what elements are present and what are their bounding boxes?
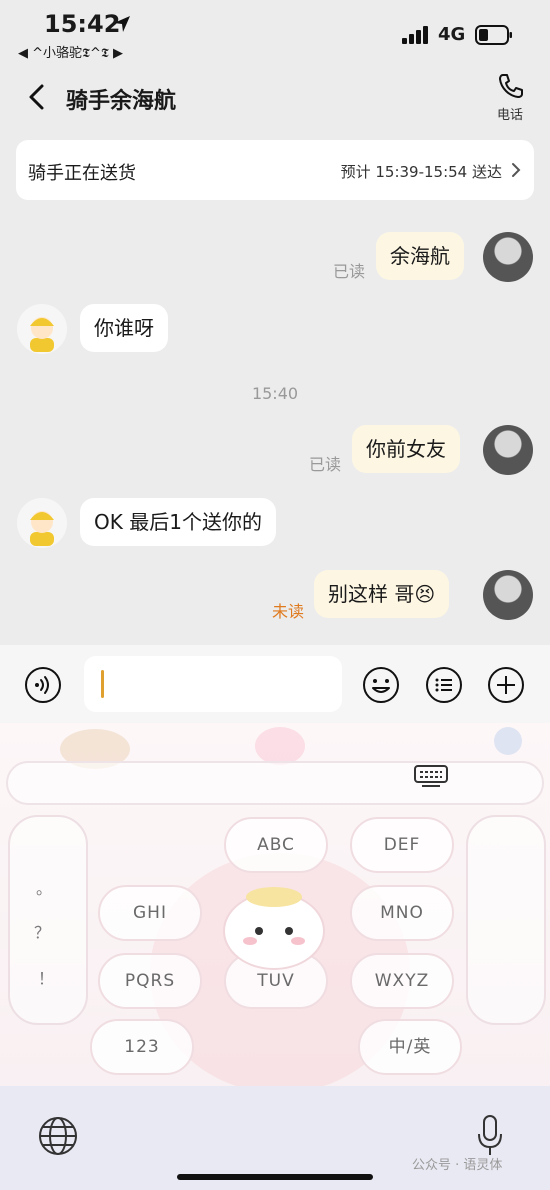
page-title: 骑手余海航 [66, 89, 177, 114]
message-bubble-sent[interactable]: 余海航 [376, 232, 464, 280]
chevron-right-icon [512, 163, 521, 177]
my-avatar[interactable] [483, 232, 533, 282]
read-receipt: 已读 [309, 455, 342, 474]
my-avatar[interactable] [483, 425, 533, 475]
plus-icon[interactable] [487, 666, 525, 704]
message-timestamp: 15:40 [251, 384, 299, 403]
status-bar: 15:42 ◀ ^小骆驼𝕿^𝕿 ▶ 4G [0, 0, 550, 68]
watermark-text: 公众号 · 语灵体 [412, 1158, 503, 1173]
message-bubble-received[interactable]: 你谁呀 [80, 304, 168, 352]
key-wxyz[interactable]: WXYZ [350, 953, 454, 1009]
mascot-sticker [223, 887, 325, 970]
phone-label[interactable]: 电话 [497, 104, 523, 123]
unread-receipt: 未读 [272, 602, 305, 621]
rider-avatar-image [17, 304, 67, 354]
key-ghi[interactable]: GHI [98, 885, 202, 941]
delivery-status-card[interactable]: 骑手正在送货 预计 15:39-15:54 送达 [16, 140, 534, 200]
delivery-status: 骑手正在送货 [28, 163, 136, 184]
home-indicator[interactable] [177, 1174, 373, 1180]
rider-avatar[interactable] [17, 498, 67, 548]
read-receipt: 已读 [333, 262, 366, 281]
key-def[interactable]: DEF [350, 817, 454, 873]
key-123[interactable]: 123 [90, 1019, 194, 1075]
input-bar [0, 645, 550, 723]
rider-avatar-image [17, 498, 67, 548]
message-bubble-sent[interactable]: 你前女友 [352, 425, 460, 473]
network-type: 4G [438, 24, 466, 45]
sticker-decoration [255, 727, 305, 765]
location-arrow-icon [114, 16, 130, 32]
emoji-icon[interactable] [362, 666, 400, 704]
voice-input-icon[interactable] [24, 666, 62, 704]
microphone-icon[interactable] [476, 1114, 504, 1158]
key-chinese-english-toggle[interactable]: 中/英 [358, 1019, 462, 1075]
back-to-app-link[interactable]: ◀ ^小骆驼𝕿^𝕿 ▶ [18, 42, 123, 61]
cell-signal-icon [402, 26, 428, 44]
keyboard-toolbar [6, 761, 544, 805]
keyboard: 。 ？ ！ ABC DEF GHI MNO PQRS TUV WXYZ 123 … [0, 723, 550, 1190]
phone-icon[interactable] [497, 72, 525, 100]
delivery-eta: 预计 15:39-15:54 送达 [340, 163, 502, 181]
rider-avatar[interactable] [17, 304, 67, 354]
my-avatar[interactable] [483, 570, 533, 620]
key-exclamation[interactable]: ！ [38, 965, 54, 989]
clock: 15:42 [44, 10, 121, 38]
quick-phrases-icon[interactable] [425, 666, 463, 704]
message-bubble-sent[interactable]: 别这样 哥😣 [314, 570, 450, 618]
keyboard-collapse-icon[interactable] [414, 765, 448, 789]
chat-header: 骑手余海航 电话 [0, 68, 550, 130]
globe-icon[interactable] [38, 1116, 78, 1156]
keyboard-bottom-bar: 公众号 · 语灵体 [0, 1086, 550, 1190]
input-method-logo-icon[interactable] [494, 727, 522, 755]
text-caret [101, 670, 104, 698]
key-question[interactable]: ？ [34, 919, 50, 943]
delete-column[interactable] [466, 815, 546, 1025]
key-abc[interactable]: ABC [224, 817, 328, 873]
key-period[interactable]: 。 [36, 875, 52, 899]
message-input[interactable] [84, 656, 342, 712]
key-mno[interactable]: MNO [350, 885, 454, 941]
message-bubble-received[interactable]: OK 最后1个送你的 [80, 498, 276, 546]
back-icon[interactable] [26, 83, 48, 111]
key-pqrs[interactable]: PQRS [98, 953, 202, 1009]
battery-icon [475, 25, 512, 45]
